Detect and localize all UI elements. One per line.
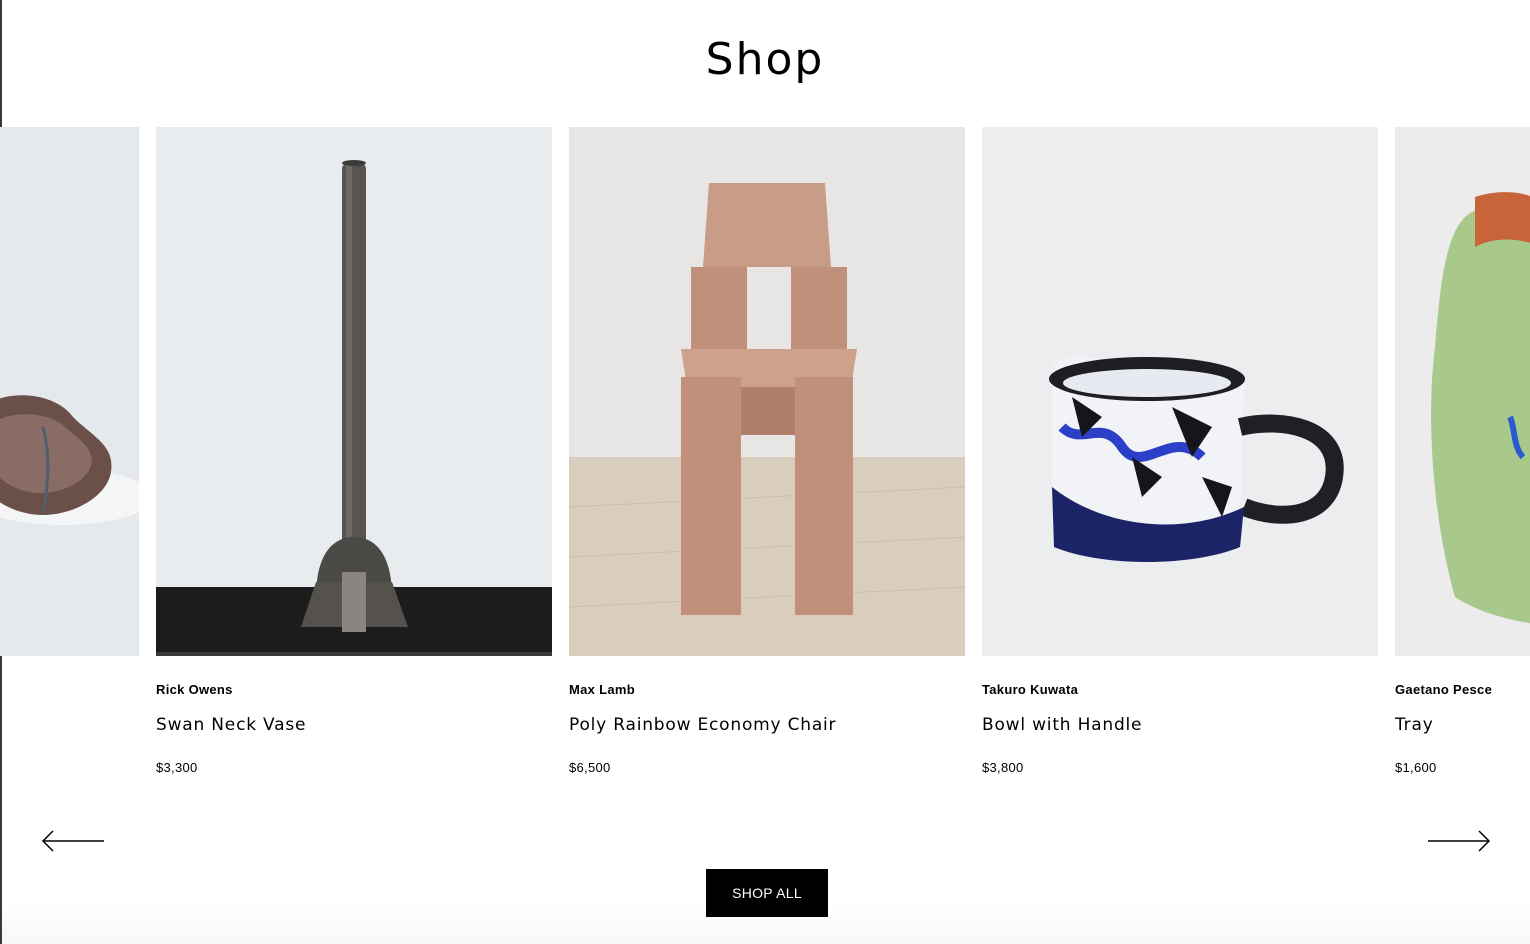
product-card-bowl-with-handle[interactable]: Takuro Kuwata Bowl with Handle $3,800: [982, 127, 1378, 775]
product-image[interactable]: [569, 127, 965, 656]
product-artist: Max Lamb: [569, 682, 635, 697]
carousel-prev-button[interactable]: [40, 826, 106, 856]
shop-all-button[interactable]: SHOP ALL: [706, 869, 828, 917]
product-artist: Rick Owens: [156, 682, 233, 697]
product-price: $1,600: [1395, 760, 1437, 775]
product-price: $6,500: [569, 760, 611, 775]
arrow-right-icon: [1428, 830, 1491, 852]
product-card-tray[interactable]: Gaetano Pesce Tray $1,600: [1395, 127, 1530, 775]
product-image[interactable]: [1395, 127, 1530, 656]
shop-section: Shop Rick Owens Swan Neck Vase $3,300 Ma…: [0, 0, 1530, 944]
section-title: Shop: [705, 34, 825, 85]
product-name[interactable]: Swan Neck Vase: [156, 715, 306, 735]
product-name[interactable]: Poly Rainbow Economy Chair: [569, 715, 836, 735]
product-price: $3,300: [156, 760, 198, 775]
product-card-bowl[interactable]: [0, 127, 139, 656]
carousel-next-button[interactable]: [1426, 826, 1492, 856]
product-card-swan-neck-vase[interactable]: Rick Owens Swan Neck Vase $3,300: [156, 127, 552, 775]
product-artist: Gaetano Pesce: [1395, 682, 1493, 697]
arrow-left-icon: [41, 830, 104, 852]
product-name[interactable]: Bowl with Handle: [982, 715, 1142, 735]
product-price: $3,800: [982, 760, 1024, 775]
product-artist: Takuro Kuwata: [982, 682, 1079, 697]
product-image[interactable]: [156, 127, 552, 656]
product-image[interactable]: [982, 127, 1378, 656]
product-image[interactable]: [0, 127, 139, 656]
product-name[interactable]: Tray: [1395, 715, 1434, 735]
product-card-poly-rainbow-economy-chair[interactable]: Max Lamb Poly Rainbow Economy Chair $6,5…: [569, 127, 965, 775]
